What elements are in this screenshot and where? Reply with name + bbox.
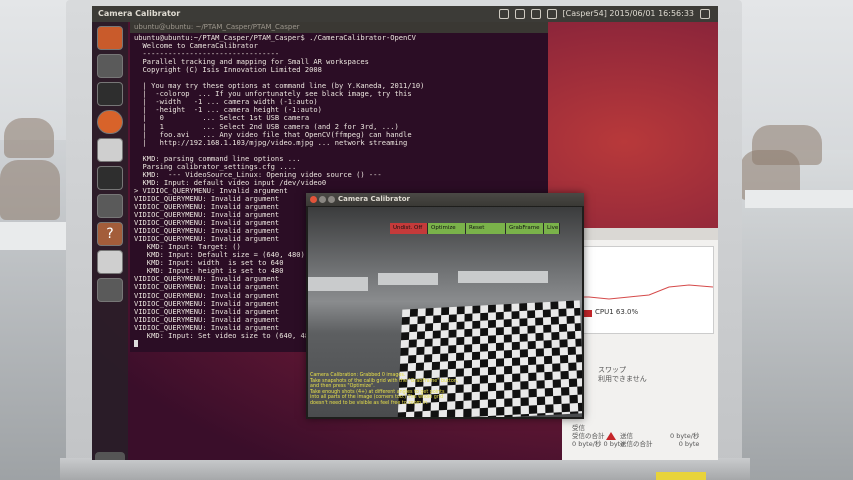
send-label: 送信: [620, 432, 633, 440]
recv-label: 受信: [572, 424, 585, 432]
calibrator-button-grabframe[interactable]: GrabFrame: [506, 223, 544, 234]
cpu-label: CPU1 63.0%: [595, 308, 639, 316]
cpu-history-graph: [568, 246, 714, 334]
calibrator-titlebar[interactable]: Camera Calibrator: [306, 193, 584, 206]
terminal-title: ubuntu@ubuntu: ~/PTAM_Casper/PTAM_Casper: [130, 22, 548, 33]
send-values: 0 byte/秒 0 byte: [670, 432, 699, 448]
clock-status[interactable]: [Casper54] 2015/06/01 16:56:33: [563, 6, 695, 22]
send-block: 送信 送信の合計: [620, 432, 653, 448]
close-icon[interactable]: [310, 196, 317, 203]
recv-rate: 0 byte/秒: [572, 440, 602, 448]
volume-icon[interactable]: [546, 9, 557, 19]
system-monitor-icon[interactable]: [97, 166, 123, 190]
recv-block: 受信 受信の合計: [572, 424, 605, 440]
calibrator-button-reset[interactable]: Reset: [466, 223, 506, 234]
files-icon[interactable]: [97, 54, 123, 78]
minimize-icon[interactable]: [319, 196, 326, 203]
terminal-cursor: [134, 339, 138, 347]
calibrator-button-undist-off[interactable]: Undist. Off: [390, 223, 428, 234]
terminal-line: Copyright (C) Isis Innovation Limited 20…: [134, 65, 322, 75]
terminal-icon[interactable]: [97, 82, 123, 106]
recv-values: 0 byte/秒 0 byte: [572, 440, 624, 448]
active-app-title: Camera Calibrator: [98, 9, 181, 18]
system-monitor-window[interactable]: CPU1 63.0% スワップ 利用できません 受信 受信の合計 0 byte/…: [562, 228, 718, 460]
text-editor-icon[interactable]: [97, 250, 123, 274]
cpu-history-line: [569, 284, 713, 300]
firefox-icon[interactable]: [97, 110, 123, 134]
calibrator-title: Camera Calibrator: [338, 195, 410, 203]
desk-surface: [0, 222, 75, 250]
laptop-sticker: [656, 472, 706, 480]
swap-status: 利用できません: [598, 375, 647, 383]
chair: [0, 160, 60, 220]
send-rate: 0 byte/秒: [670, 432, 700, 440]
message-line: doesn't need to be visible as feel free …: [310, 400, 429, 406]
send-total-label: 送信の合計: [620, 440, 653, 448]
swap-info: スワップ 利用できません: [598, 366, 647, 384]
trash-icon[interactable]: [95, 452, 125, 460]
top-panel: Camera Calibrator [Casper54] 2015/06/01 …: [92, 6, 718, 22]
maximize-icon[interactable]: [328, 196, 335, 203]
recv-total-label: 受信の合計: [572, 432, 605, 440]
document-icon[interactable]: [97, 138, 123, 162]
terminal-line: | http://192.168.1.103/mjpg/video.mjpg .…: [134, 137, 408, 147]
help-icon[interactable]: ?: [97, 222, 123, 246]
swap-title: スワップ: [598, 366, 626, 374]
camera-view[interactable]: Undist. Off Optimize Reset GrabFrame Live Ca…: [308, 207, 582, 417]
mail-icon[interactable]: [514, 9, 525, 19]
desk-in-view: [308, 277, 368, 291]
indicator-area: [Casper54] 2015/06/01 16:56:33: [498, 6, 710, 22]
sysmon-titlebar: [562, 228, 718, 240]
power-icon[interactable]: [700, 9, 710, 19]
desk-surface: [745, 190, 853, 208]
calibrator-button-bar: Undist. Off Optimize Reset GrabFrame Live: [390, 223, 560, 234]
keyboard-icon[interactable]: [530, 9, 541, 19]
desk-in-view: [378, 273, 438, 285]
drive-icon[interactable]: [97, 278, 123, 302]
dash-icon[interactable]: [97, 26, 123, 50]
calibrator-button-optimize[interactable]: Optimize: [428, 223, 466, 234]
launcher: ?: [92, 22, 128, 460]
laptop-base: [60, 458, 750, 480]
network-icon[interactable]: [498, 9, 509, 19]
calibration-message: Camera Calibration: Grabbed 0 images. Tak…: [310, 373, 480, 407]
calibrator-button-live[interactable]: Live: [544, 223, 560, 234]
settings-icon[interactable]: [97, 194, 123, 218]
laptop-screen: Camera Calibrator [Casper54] 2015/06/01 …: [92, 6, 718, 460]
desk-in-view: [458, 271, 548, 283]
send-total: 0 byte: [678, 440, 700, 448]
camera-calibrator-window[interactable]: Camera Calibrator Undist. Off Optimize Res…: [306, 193, 584, 419]
send-arrow-icon: [606, 432, 616, 440]
chair: [4, 118, 54, 158]
